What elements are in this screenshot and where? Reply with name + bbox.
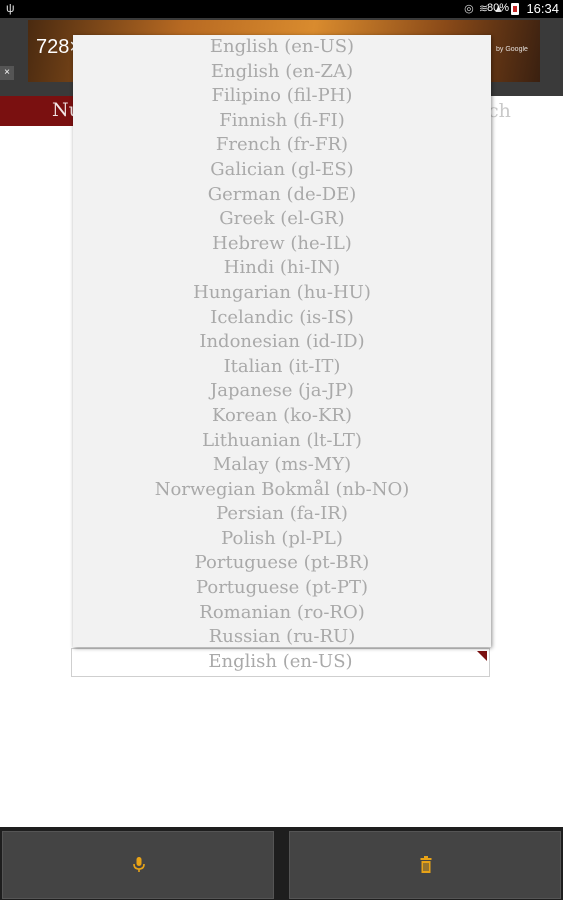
ad-attribution: by Google: [496, 46, 528, 53]
dropdown-option[interactable]: Hebrew (he-IL): [73, 232, 491, 257]
language-spinner[interactable]: English (en-US): [71, 648, 490, 677]
dropdown-option[interactable]: Japanese (ja-JP): [73, 379, 491, 404]
dropdown-arrow-icon: [477, 651, 487, 661]
ad-close-button[interactable]: ×: [0, 66, 14, 80]
dropdown-option[interactable]: Portuguese (pt-PT): [73, 576, 491, 601]
dropdown-option[interactable]: Malay (ms-MY): [73, 453, 491, 478]
usb-icon: ψ: [6, 1, 15, 15]
dropdown-option[interactable]: Polish (pl-PL): [73, 527, 491, 552]
tab-right-label[interactable]: ch: [488, 100, 511, 122]
dropdown-option[interactable]: Filipino (fil-PH): [73, 84, 491, 109]
dropdown-option[interactable]: Hungarian (hu-HU): [73, 281, 491, 306]
trash-icon: [420, 856, 432, 873]
language-spinner-value: English (en-US): [208, 651, 353, 672]
dropdown-option[interactable]: Finnish (fi-FI): [73, 109, 491, 134]
dropdown-option[interactable]: English (en-US): [73, 35, 491, 60]
battery-percent: 80%: [486, 2, 509, 14]
language-dropdown-list[interactable]: English (en-US) English (en-ZA) Filipino (…: [73, 35, 491, 647]
dropdown-option[interactable]: Persian (fa-IR): [73, 502, 491, 527]
dropdown-option[interactable]: Russian (ru-RU): [73, 625, 491, 647]
microphone-icon: [133, 857, 145, 872]
dropdown-option[interactable]: English (en-ZA): [73, 60, 491, 85]
dropdown-option[interactable]: German (de-DE): [73, 183, 491, 208]
delete-button[interactable]: [289, 831, 561, 899]
battery-icon: [511, 3, 519, 15]
dropdown-option[interactable]: Romanian (ro-RO): [73, 601, 491, 626]
dropdown-option[interactable]: Greek (el-GR): [73, 207, 491, 232]
dropdown-option[interactable]: Icelandic (is-IS): [73, 306, 491, 331]
dropdown-option[interactable]: Portuguese (pt-BR): [73, 551, 491, 576]
dropdown-option[interactable]: Italian (it-IT): [73, 355, 491, 380]
clock: 16:34: [526, 1, 559, 16]
dropdown-option[interactable]: Galician (gl-ES): [73, 158, 491, 183]
microphone-button[interactable]: [2, 831, 274, 899]
dropdown-option[interactable]: Norwegian Bokmål (nb-NO): [73, 478, 491, 503]
dropdown-option[interactable]: Lithuanian (lt-LT): [73, 429, 491, 454]
dropdown-option[interactable]: Hindi (hi-IN): [73, 256, 491, 281]
status-bar: ψ ◎ ≋ ▲ 80% 16:34: [0, 0, 563, 18]
dropdown-option[interactable]: French (fr-FR): [73, 133, 491, 158]
dropdown-option[interactable]: Korean (ko-KR): [73, 404, 491, 429]
dropdown-option[interactable]: Indonesian (id-ID): [73, 330, 491, 355]
